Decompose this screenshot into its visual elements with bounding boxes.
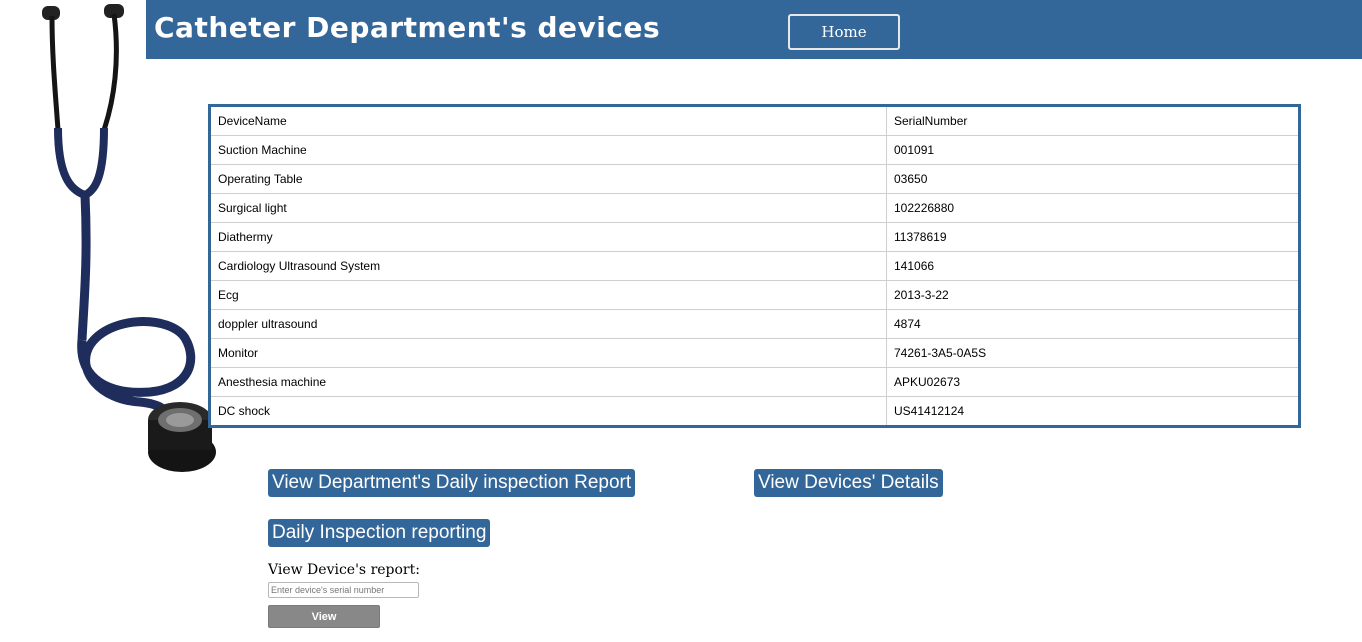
serial-number-cell: APKU02673 [886,367,1298,397]
view-devices-details-button[interactable]: View Devices' Details [754,469,943,497]
table-row: Diathermy 11378619 [211,222,1298,252]
device-name-cell: Monitor [211,338,887,368]
devices-table: DeviceName SerialNumber Suction Machine … [208,104,1301,428]
table-row: doppler ultrasound 4874 [211,309,1298,339]
column-header-device-name: DeviceName [211,107,887,136]
device-name-cell: Anesthesia machine [211,367,887,397]
table-row: Cardiology Ultrasound System 141066 [211,251,1298,281]
column-header-serial-number: SerialNumber [886,107,1298,136]
device-name-cell: Ecg [211,280,887,310]
view-report-button[interactable]: View [268,605,380,628]
view-daily-inspection-report-button[interactable]: View Department's Daily inspection Repor… [268,469,636,497]
table-row: Operating Table 03650 [211,164,1298,194]
table-row: Anesthesia machine APKU02673 [211,367,1298,397]
serial-number-cell: 03650 [886,164,1298,194]
table-header-row: DeviceName SerialNumber [211,107,1298,136]
daily-inspection-reporting-button[interactable]: Daily Inspection reporting [268,519,491,547]
device-name-cell: Operating Table [211,164,887,194]
serial-number-input[interactable] [268,582,419,598]
device-report-label: View Device's report: [268,562,420,578]
device-name-cell: doppler ultrasound [211,309,887,339]
table-row: Suction Machine 001091 [211,135,1298,165]
home-button[interactable]: Home [788,14,900,50]
serial-number-cell: 102226880 [886,193,1298,223]
serial-number-cell: 11378619 [886,222,1298,252]
table-row: Ecg 2013-3-22 [211,280,1298,310]
device-name-cell: Diathermy [211,222,887,252]
table-row: Surgical light 102226880 [211,193,1298,223]
device-name-cell: Surgical light [211,193,887,223]
device-name-cell: Suction Machine [211,135,887,165]
table-row: Monitor 74261-3A5-0A5S [211,338,1298,368]
serial-number-cell: 74261-3A5-0A5S [886,338,1298,368]
serial-number-cell: 141066 [886,251,1298,281]
table-row: DC shock US41412124 [211,396,1298,425]
serial-number-cell: 2013-3-22 [886,280,1298,310]
stethoscope-icon [42,4,216,472]
serial-number-cell: US41412124 [894,404,965,418]
page-header: Catheter Department's devices Home [146,0,1362,59]
device-name-cell: DC shock [211,396,887,425]
serial-number-cell: 001091 [886,135,1298,165]
device-name-cell: Cardiology Ultrasound System [211,251,887,281]
page-title: Catheter Department's devices [154,11,661,44]
serial-number-cell: 4874 [886,309,1298,339]
